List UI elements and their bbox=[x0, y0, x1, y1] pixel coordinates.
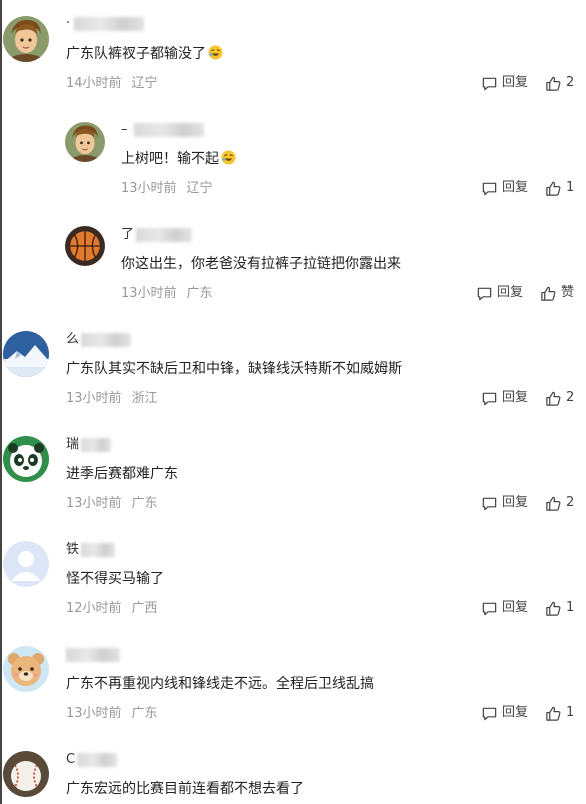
avatar-warrior-icon bbox=[65, 122, 105, 162]
avatar-snow-mountain-icon bbox=[3, 331, 49, 377]
comment-text: 广东队其实不缺后卫和中锋，缺锋线沃特斯不如威姆斯 bbox=[66, 361, 402, 377]
comment-bubble-icon bbox=[482, 602, 497, 615]
comment-bubble-icon bbox=[482, 497, 497, 510]
like-button[interactable]: 2 bbox=[545, 494, 574, 512]
thumbs-up-icon bbox=[546, 76, 561, 91]
blurred-name bbox=[74, 17, 145, 31]
username[interactable] bbox=[66, 647, 120, 663]
reply-button[interactable]: 回复 bbox=[481, 179, 528, 197]
comment-meta: 13小时前 浙江 bbox=[66, 391, 158, 406]
comment-text: 广东不再重视内线和锋线走不远。全程后卫线乱搞 bbox=[66, 676, 374, 692]
comment-item: 瑞 进季后赛都难广东 13小时前 广东 回复 2 bbox=[0, 420, 586, 525]
avatar[interactable] bbox=[3, 16, 49, 62]
reply-button[interactable]: 回复 bbox=[481, 599, 528, 617]
username[interactable]: 么 bbox=[66, 332, 132, 348]
thumbs-up-icon bbox=[546, 391, 561, 406]
comment-item: · 广东队裤衩子都输没了 14小时前 辽宁 回复 2 bbox=[0, 0, 586, 105]
thumbs-up-icon bbox=[546, 706, 561, 721]
thumbs-up-icon bbox=[546, 496, 561, 511]
like-button[interactable]: 赞 bbox=[540, 284, 574, 302]
like-button[interactable]: 2 bbox=[545, 74, 574, 92]
avatar-bear-icon bbox=[3, 646, 49, 692]
comment-text: 上树吧！输不起 bbox=[121, 149, 236, 169]
reply-comment-item: 了 你这出生，你老爸没有拉裤子拉链把你露出来 13小时前 广东 回复 赞 bbox=[0, 210, 586, 315]
comment-meta: 13小时前 广东 bbox=[66, 706, 158, 721]
rofl-emoji-icon bbox=[221, 150, 236, 165]
comment-bubble-icon bbox=[477, 287, 492, 300]
comment-bubble-icon bbox=[482, 707, 497, 720]
username[interactable]: 铁 bbox=[66, 542, 116, 558]
blurred-name bbox=[136, 228, 193, 242]
blurred-name bbox=[81, 543, 116, 557]
comment-text: 广东宏远的比赛目前连看都不想去看了 bbox=[66, 781, 304, 797]
comment-text: 广东队裤衩子都输没了 bbox=[66, 44, 223, 64]
avatar[interactable] bbox=[3, 646, 49, 692]
avatar[interactable] bbox=[65, 226, 105, 266]
reply-button[interactable]: 回复 bbox=[481, 389, 528, 407]
blurred-name bbox=[133, 123, 204, 137]
blurred-name bbox=[81, 438, 112, 452]
reply-button[interactable]: 回复 bbox=[481, 704, 528, 722]
comment-text: 怪不得买马输了 bbox=[66, 571, 164, 587]
avatar-basketball-icon bbox=[65, 226, 105, 266]
like-button[interactable]: 1 bbox=[545, 704, 574, 722]
comment-text: 进季后赛都难广东 bbox=[66, 466, 178, 482]
comment-meta: 12小时前 广西 bbox=[66, 601, 158, 616]
avatar[interactable] bbox=[65, 122, 105, 162]
avatar[interactable] bbox=[3, 436, 49, 482]
rofl-emoji-icon bbox=[208, 45, 223, 60]
avatar[interactable] bbox=[3, 331, 49, 377]
avatar-default-user-icon bbox=[3, 541, 49, 587]
reply-button[interactable]: 回复 bbox=[481, 74, 528, 92]
comment-item: 铁 怪不得买马输了 12小时前 广西 回复 1 bbox=[0, 525, 586, 630]
avatar-warrior-icon bbox=[3, 16, 49, 62]
reply-button[interactable]: 回复 bbox=[476, 284, 523, 302]
comment-bubble-icon bbox=[482, 77, 497, 90]
reply-comment-item: – 上树吧！输不起 13小时前 辽宁 回复 1 bbox=[0, 105, 586, 210]
comment-meta: 13小时前 广东 bbox=[121, 286, 213, 301]
username[interactable]: 瑞 bbox=[66, 437, 112, 453]
username[interactable]: 了 bbox=[121, 227, 193, 243]
blurred-name bbox=[66, 648, 120, 662]
avatar[interactable] bbox=[3, 751, 49, 797]
avatar[interactable] bbox=[3, 541, 49, 587]
thumbs-up-icon bbox=[546, 181, 561, 196]
thumbs-up-icon bbox=[546, 601, 561, 616]
comment-meta: 13小时前 辽宁 bbox=[121, 181, 213, 196]
like-button[interactable]: 2 bbox=[545, 389, 574, 407]
comment-meta: 14小时前 辽宁 bbox=[66, 76, 158, 91]
thumbs-up-icon bbox=[541, 286, 556, 301]
comment-item: C 广东宏远的比赛目前连看都不想去看了 bbox=[0, 735, 586, 804]
avatar-baseball-icon bbox=[3, 751, 49, 797]
avatar-panda-icon bbox=[3, 436, 49, 482]
blurred-name bbox=[77, 753, 118, 767]
comment-meta: 13小时前 广东 bbox=[66, 496, 158, 511]
comment-bubble-icon bbox=[482, 392, 497, 405]
reply-button[interactable]: 回复 bbox=[481, 494, 528, 512]
blurred-name bbox=[81, 333, 132, 347]
comment-item: 广东不再重视内线和锋线走不远。全程后卫线乱搞 13小时前 广东 回复 1 bbox=[0, 630, 586, 735]
comment-item: 么 广东队其实不缺后卫和中锋，缺锋线沃特斯不如威姆斯 13小时前 浙江 回复 2 bbox=[0, 315, 586, 420]
comment-bubble-icon bbox=[482, 182, 497, 195]
username[interactable]: – bbox=[121, 122, 204, 138]
username[interactable]: · bbox=[66, 16, 145, 32]
comment-text: 你这出生，你老爸没有拉裤子拉链把你露出来 bbox=[121, 256, 401, 272]
username[interactable]: C bbox=[66, 752, 118, 768]
like-button[interactable]: 1 bbox=[545, 179, 574, 197]
like-button[interactable]: 1 bbox=[545, 599, 574, 617]
